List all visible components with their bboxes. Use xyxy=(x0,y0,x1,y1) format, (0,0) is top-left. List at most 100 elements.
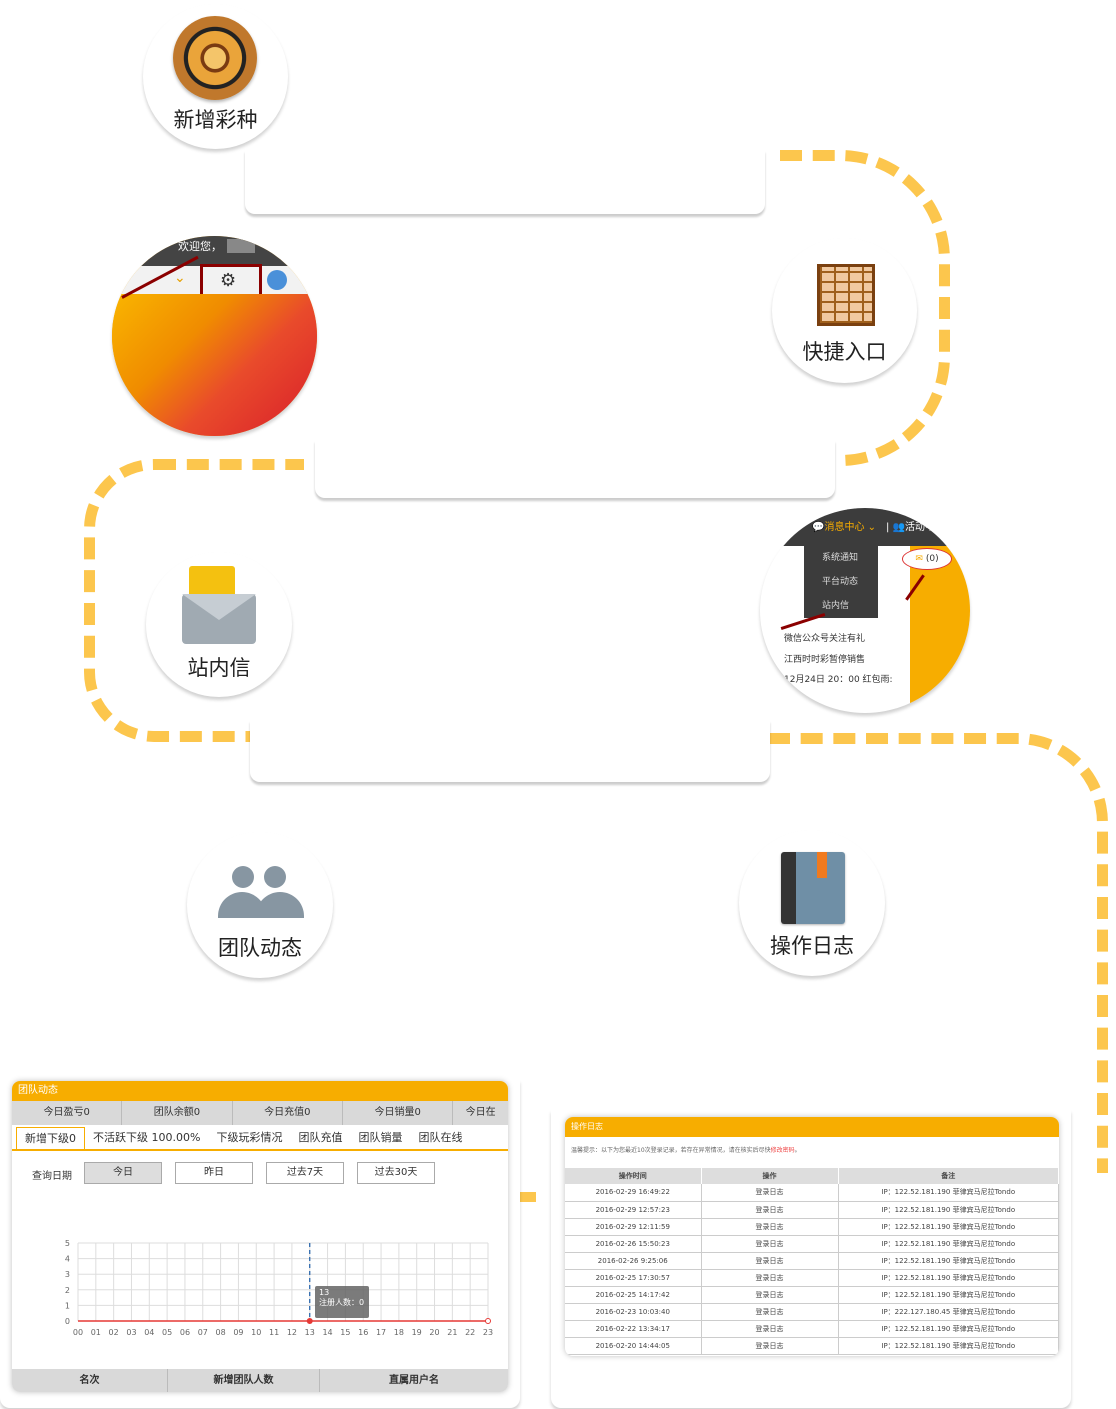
pointer-arrow xyxy=(780,612,826,631)
bookmark-icon xyxy=(817,852,827,878)
registration-chart: 01234500 01 02 03 04 05 06 07 08 09 10 11 12 13 14 15 16… xyxy=(65,1239,493,1337)
last-7-days-button[interactable]: 过去7天 xyxy=(266,1162,344,1184)
x-tick-label: 23 xyxy=(483,1328,493,1337)
inbox-circle[interactable]: 站内信 xyxy=(146,552,292,697)
last-30-days-button[interactable]: 过去30天 xyxy=(357,1162,435,1184)
envelope-icon xyxy=(182,566,256,644)
col-remark: 备注 xyxy=(838,1168,1059,1184)
x-tick-label: 02 xyxy=(109,1328,119,1337)
log-time: 2016-02-20 14:44:05 xyxy=(565,1337,702,1355)
y-tick-label: 3 xyxy=(65,1270,70,1279)
x-tick-label: 20 xyxy=(429,1328,439,1337)
x-tick-label: 08 xyxy=(216,1328,226,1337)
log-action: 登录日志 xyxy=(701,1286,839,1304)
settings-screenshot: 欢迎您， ⌄ ⚙ xyxy=(112,236,317,436)
table-row: 2016-02-22 13:34:17 登录日志 IP：122.52.181.190… xyxy=(565,1320,1059,1338)
stat-item: 今日销量0 xyxy=(343,1101,454,1125)
x-tick-label: 03 xyxy=(126,1328,136,1337)
operation-log-panel: 操作日志 温馨提示：以下为您最近10次登录记录，若存在异常情况，请在核实后尽快修… xyxy=(565,1117,1059,1356)
activity-menu[interactable]: | 👥活动中 xyxy=(886,518,935,533)
team-icon[interactable] xyxy=(267,270,287,290)
log-action: 登录日志 xyxy=(701,1201,839,1219)
panel-title: 操作日志 xyxy=(565,1117,1059,1137)
x-tick-label: 07 xyxy=(198,1328,208,1337)
chart-tooltip: 13 注册人数：0 xyxy=(315,1286,369,1318)
mail-icon: ✉ xyxy=(915,554,923,564)
y-tick-label: 2 xyxy=(65,1286,70,1295)
operation-log-label: 操作日志 xyxy=(770,934,854,958)
chat-icon: 💬 xyxy=(812,522,825,533)
log-action: 登录日志 xyxy=(701,1303,839,1321)
x-tick-label: 06 xyxy=(180,1328,190,1337)
quick-entry-circle[interactable]: 快捷入口 xyxy=(772,238,917,383)
panel-title: 团队动态 xyxy=(12,1081,508,1101)
table-row: 2016-02-29 16:49:22 登录日志 IP：122.52.181.190… xyxy=(565,1184,1059,1202)
mail-highlight[interactable]: ✉ (0) xyxy=(902,548,952,570)
menu-item-inbox[interactable]: 站内信 xyxy=(822,598,849,611)
change-password-link[interactable]: 修改密码 xyxy=(771,1147,795,1154)
gear-icon[interactable]: ⚙ xyxy=(220,270,236,291)
log-remark: IP：122.52.181.190 菲律宾马尼拉Tondo xyxy=(838,1320,1059,1338)
log-remark: IP：122.52.181.190 菲律宾马尼拉Tondo xyxy=(838,1218,1059,1236)
query-date-label: 查询日期 xyxy=(32,1171,72,1182)
x-tick-label: 01 xyxy=(91,1328,101,1337)
message-center-menu[interactable]: 💬消息中心 ⌄ xyxy=(812,518,876,533)
table-row: 2016-02-26 15:50:23 登录日志 IP：122.52.181.190… xyxy=(565,1235,1059,1253)
tab-team-sales[interactable]: 团队销量 xyxy=(350,1125,410,1149)
tab-play-status[interactable]: 下级玩彩情况 xyxy=(208,1125,290,1149)
table-row: 2016-02-29 12:11:59 登录日志 IP：122.52.181.190… xyxy=(565,1218,1059,1236)
col-action: 操作 xyxy=(701,1168,839,1184)
tab-new-subordinates[interactable]: 新增下级0 xyxy=(16,1127,85,1149)
col-new-members: 新增团队人数 xyxy=(168,1369,320,1392)
new-lottery-circle[interactable]: 新增彩种 xyxy=(143,4,288,149)
stat-item: 今日盈亏0 xyxy=(12,1101,123,1125)
chevron-down-icon[interactable]: ⌄ xyxy=(174,270,186,286)
yesterday-button[interactable]: 昨日 xyxy=(175,1162,253,1184)
x-tick-label: 14 xyxy=(322,1328,332,1337)
x-tick-label: 11 xyxy=(269,1328,279,1337)
welcome-text: 欢迎您， xyxy=(178,240,222,253)
tab-inactive[interactable]: 不活跃下级 100.00% xyxy=(85,1125,208,1149)
y-tick-label: 1 xyxy=(65,1301,70,1310)
menu-item-platform[interactable]: 平台动态 xyxy=(822,574,858,587)
tab-team-online[interactable]: 团队在线 xyxy=(410,1125,470,1149)
log-time: 2016-02-29 12:57:23 xyxy=(565,1201,702,1219)
grid-panel-icon xyxy=(817,264,875,326)
operation-log-circle[interactable]: 操作日志 xyxy=(739,830,885,976)
log-remark: IP：122.52.181.190 菲律宾马尼拉Tondo xyxy=(838,1235,1059,1253)
x-tick-label: 15 xyxy=(340,1328,350,1337)
notice-item[interactable]: 微信公众号关注有礼 xyxy=(784,631,865,644)
feature-card xyxy=(250,720,770,782)
log-time: 2016-02-29 16:49:22 xyxy=(565,1184,702,1202)
stats-bar: 今日盈亏0 团队余额0 今日充值0 今日销量0 今日在 xyxy=(12,1101,508,1125)
menu-item-system[interactable]: 系统通知 xyxy=(822,550,858,563)
log-action: 登录日志 xyxy=(701,1235,839,1253)
team-activity-label: 团队动态 xyxy=(218,936,302,960)
team-activity-circle[interactable]: 团队动态 xyxy=(187,832,333,978)
log-action: 登录日志 xyxy=(701,1320,839,1338)
log-action: 登录日志 xyxy=(701,1269,839,1287)
col-time: 操作时间 xyxy=(565,1168,702,1184)
log-remark: IP：122.52.181.190 菲律宾马尼拉Tondo xyxy=(838,1286,1059,1304)
tab-team-deposit[interactable]: 团队充值 xyxy=(290,1125,350,1149)
notice-item[interactable]: 江西时时彩暂停销售 xyxy=(784,652,865,665)
result-table-header: 名次 新增团队人数 直属用户名 xyxy=(12,1369,508,1392)
table-row: 2016-02-25 14:17:42 登录日志 IP：122.52.181.190… xyxy=(565,1286,1059,1304)
log-time: 2016-02-26 9:25:06 xyxy=(565,1252,702,1270)
today-button[interactable]: 今日 xyxy=(84,1162,162,1184)
log-action: 登录日志 xyxy=(701,1184,839,1202)
x-tick-label: 04 xyxy=(144,1328,154,1337)
log-time: 2016-02-25 17:30:57 xyxy=(565,1269,702,1287)
team-icon xyxy=(218,860,304,918)
data-point xyxy=(485,1318,491,1324)
table-row: 2016-02-26 9:25:06 登录日志 IP：122.52.181.190 … xyxy=(565,1252,1059,1270)
tooltip-title: 13 xyxy=(319,1288,330,1297)
dropdown-menu: 系统通知 平台动态 站内信 xyxy=(804,546,878,618)
x-tick-label: 13 xyxy=(305,1328,315,1337)
connector-dash xyxy=(520,1192,536,1202)
x-tick-label: 22 xyxy=(465,1328,475,1337)
book-icon xyxy=(781,852,845,924)
x-tick-label: 05 xyxy=(162,1328,172,1337)
feature-card xyxy=(245,150,765,214)
notice-item[interactable]: 12月24日 20：00 红包雨: xyxy=(784,672,893,685)
